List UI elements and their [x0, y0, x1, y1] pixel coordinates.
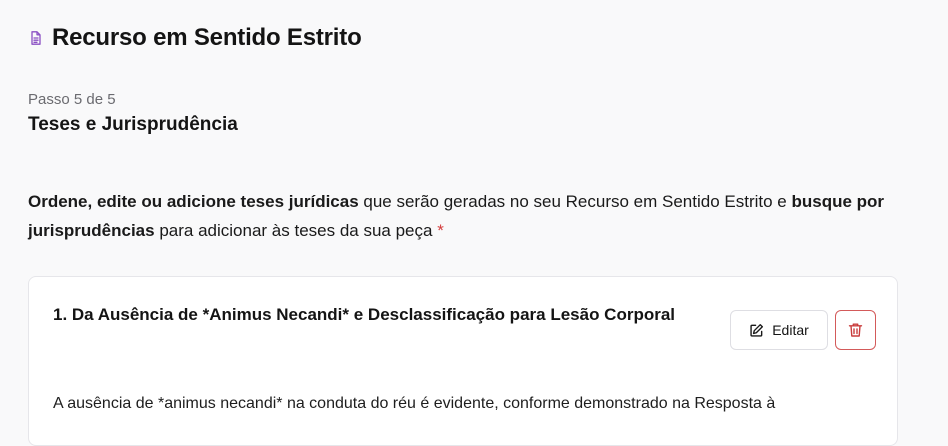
- thesis-title: 1. Da Ausência de *Animus Necandi* e Des…: [53, 305, 676, 324]
- page-header: Recurso em Sentido Estrito: [28, 24, 362, 52]
- delete-button[interactable]: [835, 310, 876, 350]
- document-icon: [28, 30, 44, 46]
- step-title: Teses e Jurisprudência: [28, 114, 238, 135]
- thesis-body: A ausência de *animus necandi* na condut…: [53, 395, 776, 412]
- edit-label: Editar: [772, 322, 809, 338]
- trash-icon: [848, 322, 863, 338]
- instructions-text-1: que serão geradas no seu Recurso em Sent…: [358, 192, 792, 211]
- instructions-text: Ordene, edite ou adicione teses jurídica…: [28, 187, 908, 245]
- edit-button[interactable]: Editar: [730, 310, 828, 350]
- edit-icon: [749, 323, 764, 338]
- required-asterisk: *: [437, 221, 444, 240]
- thesis-card: 1. Da Ausência de *Animus Necandi* e Des…: [28, 276, 898, 446]
- step-indicator: Passo 5 de 5: [28, 91, 116, 108]
- page-title: Recurso em Sentido Estrito: [52, 24, 362, 51]
- instructions-bold-1: Ordene, edite ou adicione teses jurídica…: [28, 192, 359, 211]
- instructions-text-2: para adicionar às teses da sua peça: [154, 221, 438, 240]
